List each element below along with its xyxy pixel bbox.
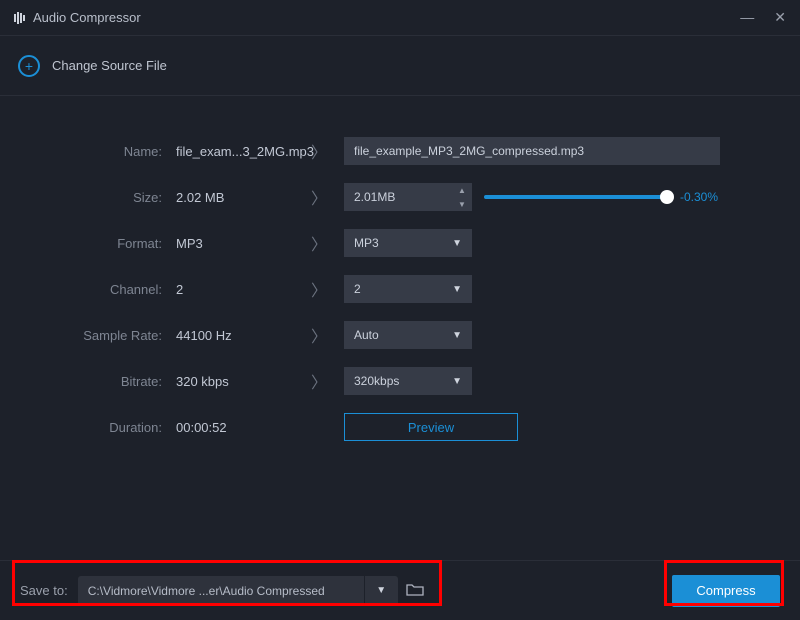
spin-down-icon[interactable]: ▼ <box>452 197 472 211</box>
format-control: MP3 ▼ <box>344 229 472 257</box>
row-duration: Duration: 00:00:52 Preview <box>28 404 772 450</box>
target-format-select[interactable]: MP3 ▼ <box>344 229 472 257</box>
target-format-value: MP3 <box>354 236 379 250</box>
chevron-down-icon: ▼ <box>452 284 462 295</box>
preview-control: Preview <box>344 413 518 441</box>
arrow-icon: 〉 <box>304 185 334 209</box>
app-icon <box>14 12 25 24</box>
save-path-dropdown[interactable]: ▼ <box>364 576 398 606</box>
label-sample-rate: Sample Rate: <box>28 328 176 343</box>
label-size: Size: <box>28 190 176 205</box>
arrow-icon: 〉 <box>304 369 334 393</box>
source-size: 2.02 MB <box>176 190 304 205</box>
row-format: Format: MP3 〉 MP3 ▼ <box>28 220 772 266</box>
target-size-value: 2.01MB <box>344 190 452 204</box>
spin-up-icon[interactable]: ▲ <box>452 183 472 197</box>
row-channel: Channel: 2 〉 2 ▼ <box>28 266 772 312</box>
label-channel: Channel: <box>28 282 176 297</box>
label-duration: Duration: <box>28 420 176 435</box>
minimize-button[interactable]: — <box>740 9 754 26</box>
save-path-text: C:\Vidmore\Vidmore ...er\Audio Compresse… <box>88 584 325 598</box>
target-name-input[interactable] <box>344 137 720 165</box>
row-name: Name: file_exam...3_2MG.mp3 〉 <box>28 128 772 174</box>
row-size: Size: 2.02 MB 〉 2.01MB ▲ ▼ -0.30% <box>28 174 772 220</box>
compress-button[interactable]: Compress <box>672 575 780 607</box>
change-source-bar[interactable]: + Change Source File <box>0 36 800 96</box>
save-to-label: Save to: <box>20 583 68 598</box>
chevron-down-icon: ▼ <box>452 330 462 341</box>
bottom-bar: Save to: C:\Vidmore\Vidmore ...er\Audio … <box>0 560 800 620</box>
target-sample-rate-select[interactable]: Auto ▼ <box>344 321 472 349</box>
target-channel-value: 2 <box>354 282 361 296</box>
channel-control: 2 ▼ <box>344 275 472 303</box>
target-sample-rate-value: Auto <box>354 328 379 342</box>
source-duration: 00:00:52 <box>176 420 304 435</box>
chevron-down-icon: ▼ <box>452 376 462 387</box>
target-bitrate-select[interactable]: 320kbps ▼ <box>344 367 472 395</box>
plus-icon: + <box>18 55 40 77</box>
label-format: Format: <box>28 236 176 251</box>
change-source-label: Change Source File <box>52 58 167 73</box>
size-delta: -0.30% <box>680 190 718 204</box>
settings-form: Name: file_exam...3_2MG.mp3 〉 Size: 2.02… <box>0 96 800 450</box>
compress-label: Compress <box>696 583 755 598</box>
save-path-display[interactable]: C:\Vidmore\Vidmore ...er\Audio Compresse… <box>78 576 364 606</box>
source-name: file_exam...3_2MG.mp3 <box>176 144 304 159</box>
target-bitrate-value: 320kbps <box>354 374 399 388</box>
source-bitrate: 320 kbps <box>176 374 304 389</box>
save-path-group: C:\Vidmore\Vidmore ...er\Audio Compresse… <box>78 576 424 606</box>
app-title-group: Audio Compressor <box>14 10 141 25</box>
bitrate-control: 320kbps ▼ <box>344 367 472 395</box>
preview-label: Preview <box>408 420 454 435</box>
arrow-icon: 〉 <box>304 323 334 347</box>
label-name: Name: <box>28 144 176 159</box>
label-bitrate: Bitrate: <box>28 374 176 389</box>
folder-open-icon[interactable] <box>406 582 424 599</box>
size-control: 2.01MB ▲ ▼ -0.30% <box>344 183 718 211</box>
source-format: MP3 <box>176 236 304 251</box>
source-channel: 2 <box>176 282 304 297</box>
size-slider[interactable] <box>484 195 668 199</box>
row-sample-rate: Sample Rate: 44100 Hz 〉 Auto ▼ <box>28 312 772 358</box>
chevron-down-icon: ▼ <box>452 238 462 249</box>
title-bar: Audio Compressor — ✕ <box>0 0 800 36</box>
target-size-spin[interactable]: 2.01MB ▲ ▼ <box>344 183 472 211</box>
preview-button[interactable]: Preview <box>344 413 518 441</box>
app-title: Audio Compressor <box>33 10 141 25</box>
target-channel-select[interactable]: 2 ▼ <box>344 275 472 303</box>
arrow-icon: 〉 <box>304 277 334 301</box>
sample-rate-control: Auto ▼ <box>344 321 472 349</box>
close-button[interactable]: ✕ <box>774 9 786 26</box>
row-bitrate: Bitrate: 320 kbps 〉 320kbps ▼ <box>28 358 772 404</box>
arrow-icon: 〉 <box>304 231 334 255</box>
target-name-wrap <box>344 137 720 165</box>
window-controls: — ✕ <box>740 9 786 26</box>
slider-thumb[interactable] <box>660 190 674 204</box>
source-sample-rate: 44100 Hz <box>176 328 304 343</box>
arrow-icon: 〉 <box>304 139 334 163</box>
